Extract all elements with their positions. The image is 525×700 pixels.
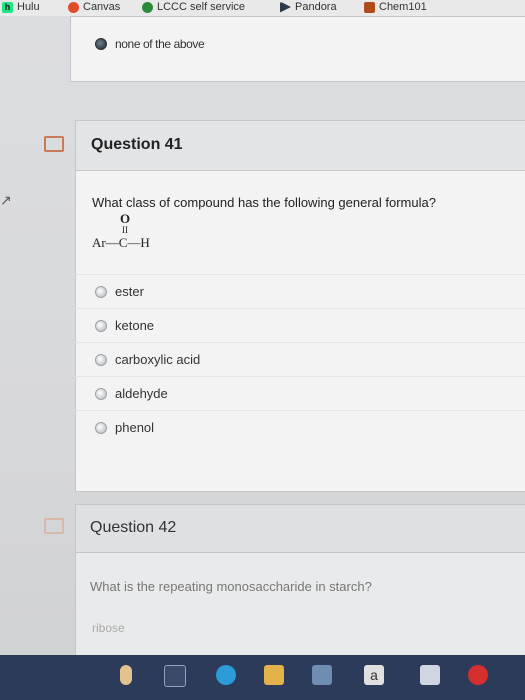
microphone-icon[interactable] — [120, 665, 132, 685]
flag-question-41-icon[interactable] — [44, 136, 64, 152]
previous-question-panel: none of the above — [70, 16, 525, 82]
question-title: Question 41 — [91, 136, 183, 153]
canvas-icon — [68, 1, 79, 13]
choice-label: phenol — [115, 420, 155, 435]
radio-icon[interactable] — [95, 319, 107, 332]
radio-icon[interactable] — [95, 387, 107, 400]
taskbar: a — [0, 655, 525, 700]
edge-icon[interactable] — [216, 665, 236, 685]
bookmark-chem101[interactable]: Chem101 — [364, 1, 427, 13]
task-view-icon[interactable] — [164, 665, 186, 687]
radio-icon[interactable] — [95, 285, 107, 298]
dropbox-icon[interactable] — [420, 665, 440, 685]
bookmark-label: Canvas — [83, 1, 121, 13]
choice-label: none of the above — [115, 37, 205, 51]
bookmark-label: Chem101 — [379, 1, 427, 13]
quiz-page: none of the above ↗ Question 41 What cla… — [0, 16, 525, 700]
bookmark-label: LCCC self service — [157, 1, 246, 13]
formula-main: Ar—C—H — [92, 235, 150, 250]
choice-ribose[interactable]: ribose — [92, 621, 125, 635]
store-icon[interactable] — [312, 665, 332, 685]
choice-carboxylic-acid[interactable]: carboxylic acid — [75, 342, 525, 376]
radio-icon[interactable] — [95, 353, 107, 366]
chem101-icon — [364, 1, 375, 13]
choice-label: ketone — [115, 318, 155, 333]
choice-ester[interactable]: ester — [75, 274, 525, 308]
bookmark-lccc[interactable]: LCCC self service — [142, 1, 245, 13]
choice-phenol[interactable]: phenol — [75, 410, 525, 444]
bookmark-canvas[interactable]: Canvas — [68, 1, 120, 13]
question-title: Question 42 — [90, 519, 177, 536]
lccc-icon — [142, 1, 153, 13]
file-explorer-icon[interactable] — [264, 665, 284, 685]
hulu-icon: h — [2, 1, 13, 13]
cursor-arrow-icon: ↗ — [0, 192, 12, 208]
bookmark-label: Pandora — [295, 1, 337, 13]
radio-icon[interactable] — [95, 421, 107, 434]
formula-double-bond: II — [122, 225, 128, 235]
bookmark-hulu[interactable]: h Hulu — [2, 1, 40, 13]
flag-question-42-icon[interactable] — [44, 518, 64, 534]
question-42-header: Question 42 — [75, 504, 525, 554]
question-41-header: Question 41 — [75, 120, 525, 172]
choice-label: ribose — [92, 621, 125, 635]
amazon-icon[interactable]: a — [364, 665, 384, 685]
question-prompt: What class of compound has the following… — [92, 195, 436, 210]
radio-selected-icon[interactable] — [95, 38, 107, 50]
choice-ketone[interactable]: ketone — [75, 308, 525, 342]
opera-icon[interactable] — [468, 665, 488, 685]
bookmarks-bar: h Hulu Canvas LCCC self service Pandora … — [0, 0, 525, 17]
bookmark-label: Hulu — [17, 1, 40, 13]
choice-label: ester — [115, 284, 144, 299]
previous-selected-choice[interactable]: none of the above — [95, 37, 205, 51]
choice-label: aldehyde — [115, 386, 168, 401]
question-prompt: What is the repeating monosaccharide in … — [90, 579, 372, 594]
pandora-icon — [280, 1, 291, 13]
bookmark-pandora[interactable]: Pandora — [280, 1, 337, 13]
choice-label: carboxylic acid — [115, 352, 201, 367]
choice-aldehyde[interactable]: aldehyde — [75, 376, 525, 410]
